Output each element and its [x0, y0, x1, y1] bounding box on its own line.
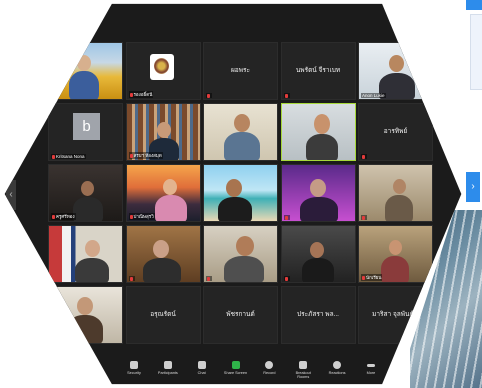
muted-mic-icon [52, 337, 55, 342]
video-feed [49, 287, 122, 343]
share-screen-icon [231, 361, 240, 369]
muted-mic-icon [284, 215, 288, 220]
participant-tile[interactable] [280, 164, 356, 222]
security-button[interactable]: Security [120, 361, 148, 384]
muted-mic-icon [284, 276, 288, 281]
video-feed [204, 226, 277, 282]
muted-mic-icon [52, 214, 55, 219]
breakout-icon [299, 361, 308, 369]
toolbar-label: Share Screen [223, 371, 248, 375]
muted-mic-icon [129, 153, 133, 158]
participant-name: Kritsana Nona [56, 154, 85, 159]
toolbar-label: Breakout Rooms [295, 371, 311, 379]
video-feed [281, 104, 355, 160]
previous-page-arrow-icon[interactable]: ‹ [6, 180, 16, 210]
toolbar-label: Security [127, 371, 141, 375]
record-icon [265, 361, 274, 369]
muted-mic-icon [362, 275, 365, 280]
participant-tile[interactable]: สรบฯ ห้องสมุด [125, 103, 201, 161]
participant-name: Anon Lukie [362, 93, 385, 98]
video-feed [281, 226, 355, 282]
participant-name: พัชรกานต์ [226, 311, 255, 318]
muted-mic-icon [207, 93, 210, 98]
side-panel-fragment [470, 14, 482, 90]
record-button[interactable]: Record [255, 361, 283, 384]
muted-mic-icon [129, 276, 133, 281]
participant-name: ประภัสรา พล... [297, 311, 339, 318]
participant-tile-active-speaker[interactable] [280, 103, 356, 161]
participant-tile[interactable]: นักเรียน [358, 225, 433, 283]
participants-icon [163, 361, 172, 369]
muted-mic-icon [129, 214, 133, 219]
more-button[interactable]: More [357, 361, 385, 384]
participant-name: นพรัตน์ จีราเบท [295, 67, 341, 74]
video-feed [49, 226, 122, 282]
participant-tile[interactable]: ปาณิษสุรวิ [125, 164, 201, 222]
video-feed [126, 226, 200, 282]
muted-mic-icon [362, 154, 365, 159]
participant-name: นักเรียน [366, 275, 382, 280]
participants-button[interactable]: Participants [154, 361, 182, 384]
muted-mic-icon [207, 276, 210, 281]
participant-tile[interactable]: อรุณรัตน์ [125, 286, 201, 344]
toolbar-label: Reactions [328, 371, 346, 375]
reactions-icon [333, 361, 342, 369]
more-icon [366, 364, 375, 367]
breakout-rooms-button[interactable]: Breakout Rooms [289, 361, 317, 384]
participant-tile[interactable]: พัชรกานต์ [203, 286, 278, 344]
next-page-arrow-icon[interactable]: › [466, 172, 480, 202]
muted-mic-icon [362, 215, 365, 220]
participant-tile[interactable]: ครูศรีทอง [48, 164, 123, 222]
participant-tile[interactable] [125, 225, 201, 283]
shield-icon [130, 361, 138, 369]
share-screen-button[interactable]: Share Screen [222, 361, 250, 384]
video-feed [204, 165, 277, 221]
video-feed [359, 165, 432, 221]
participant-tile[interactable] [358, 164, 433, 222]
video-feed [359, 43, 432, 99]
meeting-toolbar: Security Participants Chat Share Screen … [120, 361, 385, 384]
reactions-button[interactable]: Reactions [323, 361, 351, 384]
participant-tile[interactable] [48, 225, 123, 283]
toolbar-label: Record [263, 371, 276, 375]
toolbar-label: Chat [197, 371, 206, 375]
toolbar-label: Participants [157, 371, 178, 375]
participant-name: อารทิพย์ [383, 128, 408, 135]
participant-tile[interactable] [280, 225, 356, 283]
chat-icon [197, 361, 206, 369]
participant-tile[interactable]: Anon Lukie [358, 42, 433, 100]
participant-name: ครูศรีทอง [56, 214, 75, 219]
participant-tile[interactable] [48, 42, 123, 100]
video-feed [49, 43, 122, 99]
toolbar-label: More [366, 371, 376, 375]
participant-name: อรุณรัตน์ [150, 311, 176, 318]
participant-tile[interactable] [203, 225, 278, 283]
muted-mic-icon [52, 154, 55, 159]
participant-tile[interactable] [203, 103, 278, 161]
participant-tile[interactable]: b Kritsana Nona [48, 103, 123, 161]
chat-button[interactable]: Chat [188, 361, 216, 384]
muted-mic-icon [129, 92, 133, 97]
participant-tile[interactable]: ประภัสรา พล... [280, 286, 356, 344]
video-feed [204, 104, 277, 160]
participant-tile[interactable]: นพรัตน์ จีราเบท [280, 42, 356, 100]
muted-mic-icon [284, 93, 288, 98]
participant-name: สรบฯ ห้องสมุด [133, 153, 162, 158]
avatar: b [73, 113, 100, 140]
participant-name: รองอธิ์ดนี [133, 92, 153, 97]
participant-grid: รองอธิ์ดนี ผอพระ นพรัตน์ จีราเบท Anon Lu… [48, 42, 433, 345]
video-feed [281, 165, 355, 221]
participant-tile[interactable]: ผอพระ [203, 42, 278, 100]
window-edge-accent [466, 0, 482, 10]
video-call-window: รองอธิ์ดนี ผอพระ นพรัตน์ จีราเบท Anon Lu… [4, 3, 462, 385]
participant-tile[interactable] [203, 164, 278, 222]
participant-name: ผอพระ [231, 67, 250, 74]
organization-logo [149, 54, 174, 80]
participant-tile[interactable]: รองอธิ์ดนี [125, 42, 201, 100]
participant-name: ปาณิษสุรวิ [133, 214, 154, 219]
participant-tile[interactable]: อารทิพย์ [358, 103, 433, 161]
participant-tile[interactable] [48, 286, 123, 344]
